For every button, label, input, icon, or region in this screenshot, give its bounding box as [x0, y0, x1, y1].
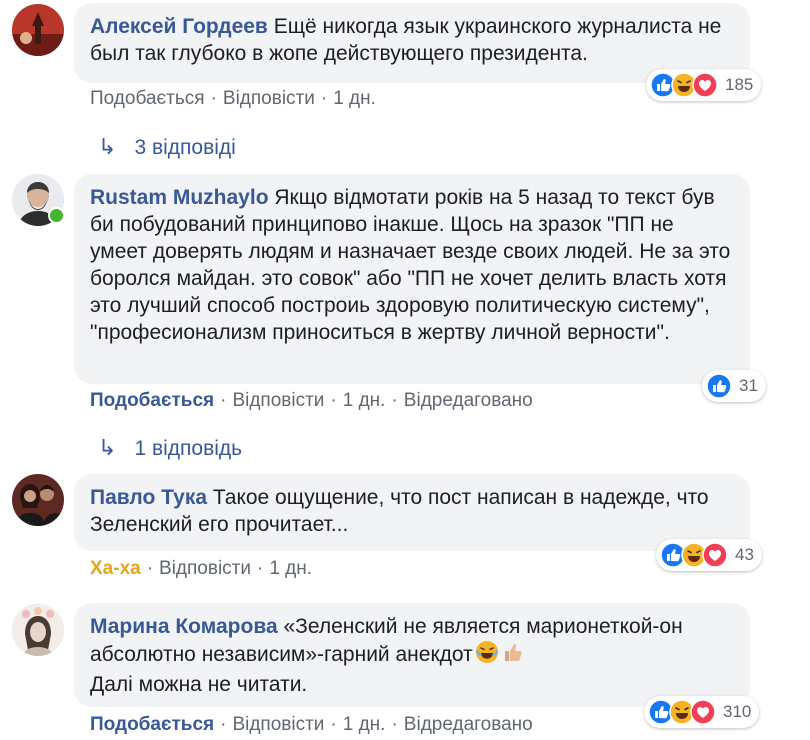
- avatar-image: [12, 474, 64, 526]
- avatar[interactable]: [12, 4, 64, 56]
- online-status-icon: [48, 207, 65, 224]
- edited-label[interactable]: Відредаговано: [404, 714, 533, 735]
- separator-dot: ·: [220, 714, 227, 735]
- comment-actions: Ха-ха · Відповісти · 1 дн.: [90, 558, 312, 580]
- avatar-image: [12, 4, 64, 56]
- like-link[interactable]: Подобається: [90, 88, 205, 109]
- reactions-summary[interactable]: 310: [644, 696, 760, 728]
- separator-dot: ·: [220, 390, 227, 411]
- reply-link[interactable]: Відповісти: [232, 390, 324, 411]
- separator-dot: ·: [210, 88, 217, 109]
- separator-dot: ·: [391, 390, 398, 411]
- comment-actions: Подобається · Відповісти · 1 дн. · Відредагова…: [90, 714, 533, 736]
- avatar[interactable]: [12, 604, 64, 656]
- reactions-summary[interactable]: 31: [702, 370, 766, 402]
- comment-text-continued: Далі можна не читати.: [90, 673, 308, 696]
- reaction-count: 31: [739, 376, 758, 395]
- reply-link[interactable]: Відповісти: [159, 558, 251, 579]
- comment-bubble: Павло Тука Такое ощущение, что пост напи…: [74, 474, 750, 551]
- separator-dot: ·: [330, 714, 337, 735]
- separator-dot: ·: [330, 390, 337, 411]
- comment-bubble: Марина Комарова «Зеленский не является м…: [74, 603, 750, 707]
- reply-link[interactable]: Відповісти: [232, 714, 324, 735]
- avatar[interactable]: [12, 474, 64, 526]
- reaction-count: 43: [735, 545, 754, 564]
- reactions-summary[interactable]: 43: [656, 539, 762, 571]
- reply-link[interactable]: Відповісти: [223, 88, 315, 109]
- comment-text: Якщо відмотати років на 5 назад то текст…: [90, 186, 731, 344]
- reply-arrow-icon: ↳: [98, 435, 117, 460]
- edited-label[interactable]: Відредаговано: [404, 390, 533, 411]
- love-icon: [690, 699, 716, 725]
- view-replies-link[interactable]: ↳ 3 відповіді: [98, 134, 236, 160]
- like-link[interactable]: Подобається: [90, 714, 214, 735]
- author-name[interactable]: Rustam Muzhaylo: [90, 186, 269, 209]
- laughing-tears-icon: [475, 640, 499, 671]
- separator-dot: ·: [257, 558, 264, 579]
- author-name[interactable]: Алексей Гордеев: [90, 15, 268, 38]
- thumbs-up-icon: [501, 640, 525, 671]
- reactions-summary[interactable]: 185: [646, 69, 762, 101]
- comment-actions: Подобається · Відповісти · 1 дн. · Відредагова…: [90, 390, 533, 412]
- comment-bubble: Rustam Muzhaylo Якщо відмотати років на …: [74, 174, 750, 384]
- timestamp[interactable]: 1 дн.: [343, 714, 386, 735]
- author-name[interactable]: Павло Тука: [90, 486, 207, 509]
- separator-dot: ·: [320, 88, 328, 109]
- replies-count: 3 відповіді: [134, 136, 236, 159]
- timestamp[interactable]: 1 дн.: [269, 558, 312, 579]
- like-icon: [706, 373, 732, 399]
- separator-dot: ·: [146, 558, 154, 579]
- timestamp[interactable]: 1 дн.: [343, 390, 386, 411]
- separator-dot: ·: [391, 714, 398, 735]
- replies-count: 1 відповідь: [134, 437, 243, 460]
- timestamp[interactable]: 1 дн.: [333, 88, 376, 109]
- reaction-count: 310: [723, 702, 752, 721]
- reply-arrow-icon: ↳: [98, 134, 117, 159]
- author-name[interactable]: Марина Комарова: [90, 615, 278, 638]
- love-icon: [692, 72, 718, 98]
- love-icon: [702, 542, 728, 568]
- like-link[interactable]: Подобається: [90, 390, 214, 411]
- view-replies-link[interactable]: ↳ 1 відповідь: [98, 435, 242, 461]
- comment-bubble: Алексей Гордеев Ещё никогда язык украинс…: [74, 3, 750, 83]
- avatar-image: [12, 604, 64, 656]
- reaction-count: 185: [725, 75, 754, 94]
- comment-actions: Подобається · Відповісти · 1 дн.: [90, 88, 376, 110]
- like-link[interactable]: Ха-ха: [90, 558, 141, 579]
